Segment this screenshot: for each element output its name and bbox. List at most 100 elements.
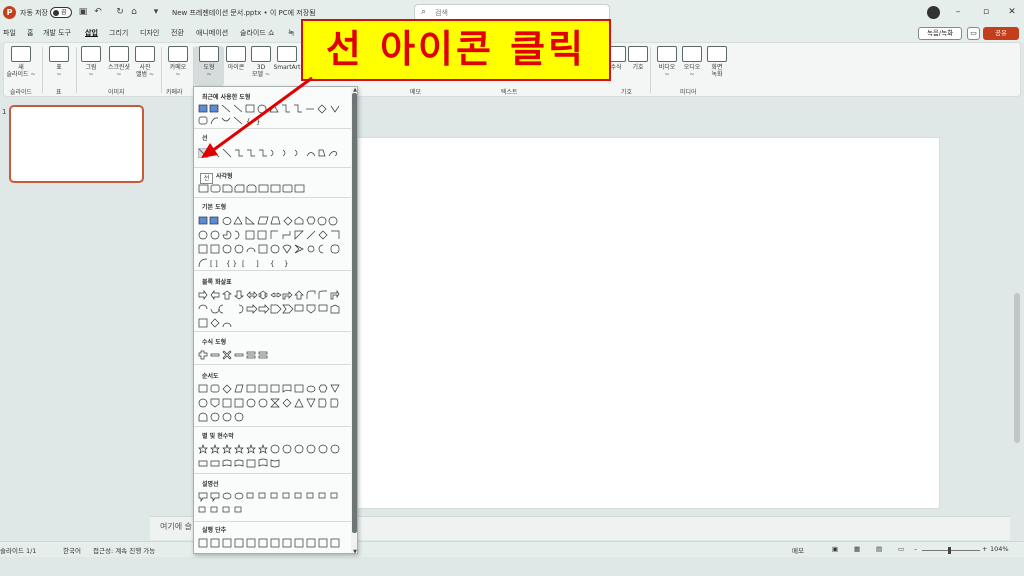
group-label-media: 미디어 xyxy=(680,89,697,96)
new-slide-button[interactable]: 새 슬라이드 ~ xyxy=(6,46,36,86)
shape-row-arrows-2[interactable] xyxy=(198,304,348,314)
screenshot-icon xyxy=(109,46,129,62)
group-label-slides: 슬라이드 xyxy=(10,89,33,96)
line-tooltip: 선 xyxy=(200,173,213,184)
tab-insert[interactable]: 삽입 xyxy=(85,28,98,38)
video-icon xyxy=(657,46,677,62)
shape-row-flowchart-1[interactable] xyxy=(198,384,348,394)
group-label-camera: 카메라 xyxy=(166,89,183,96)
normal-view-icon[interactable]: ▣ xyxy=(832,545,838,553)
section-action-buttons: 실행 단추 xyxy=(202,527,227,534)
maximize-icon[interactable]: ▫ xyxy=(978,5,994,19)
record-button[interactable]: 녹음/녹화 xyxy=(918,27,962,40)
slide-thumbnail[interactable] xyxy=(9,105,144,183)
autosave-label: 자동 저장 xyxy=(20,9,48,17)
section-stars-banners: 별 및 현수막 xyxy=(202,433,234,440)
zoom-slider-knob[interactable] xyxy=(948,547,951,554)
instruction-callout-text: 선 아이콘 클릭 xyxy=(325,27,587,71)
shape-row-stars-1[interactable] xyxy=(198,444,348,454)
qat-more-icon[interactable]: ▾ xyxy=(150,6,162,18)
smartart-icon xyxy=(277,46,297,62)
group-label-comments: 메모 xyxy=(410,89,422,96)
zoom-level[interactable]: 104% xyxy=(990,545,1009,553)
accessibility-status[interactable]: 접근성: 계속 진행 가능 xyxy=(93,545,155,555)
slideshow-view-icon[interactable]: ▭ xyxy=(898,545,904,553)
tab-draw[interactable]: 그리기 xyxy=(109,28,128,38)
shape-row-arrows-3[interactable] xyxy=(198,318,348,328)
autosave-state: 끔 xyxy=(61,9,67,16)
screen-record-icon xyxy=(707,46,727,62)
comments-icon[interactable]: ▭ xyxy=(967,27,980,40)
table-icon xyxy=(49,46,69,62)
screen-recording-button[interactable]: 화면 녹화 xyxy=(702,46,732,86)
tab-file[interactable]: 파일 xyxy=(3,28,16,38)
share-button[interactable]: 공유 xyxy=(983,27,1019,40)
redo-icon[interactable]: ↻ xyxy=(114,6,126,18)
slide-sorter-icon[interactable]: ▦ xyxy=(854,545,860,553)
shape-row-basic-2[interactable] xyxy=(198,230,348,240)
group-label-table: 표 xyxy=(56,89,62,96)
shape-row-stars-2[interactable] xyxy=(198,458,348,468)
zoom-out-icon[interactable]: – xyxy=(914,545,917,553)
status-bar: 슬라이드 1/1 한국어 접근성: 계속 진행 가능 메모 ▣ ▦ ▤ ▭ – … xyxy=(0,541,1024,557)
shape-row-lines[interactable] xyxy=(198,148,348,158)
tab-animations[interactable]: 애니메이션 xyxy=(196,28,228,38)
minimize-icon[interactable]: – xyxy=(950,5,966,19)
zoom-in-icon[interactable]: + xyxy=(982,545,987,553)
tab-slideshow[interactable]: 슬라이드 쇼 xyxy=(240,28,274,38)
tab-design[interactable]: 디자인 xyxy=(140,28,159,38)
shape-row-recent-2[interactable]: {} xyxy=(198,116,348,126)
smartart-button[interactable]: SmartArt xyxy=(272,46,302,86)
document-title: New 프레젠테이션 문서.pptx • 이 PC에 저장됨 xyxy=(172,9,316,17)
svg-text:{ }: { } xyxy=(226,260,237,268)
shape-row-equations[interactable] xyxy=(198,350,348,360)
shapes-scrollbar-thumb[interactable] xyxy=(352,93,357,533)
speaker-icon xyxy=(682,46,702,62)
shape-row-callouts-2[interactable] xyxy=(198,506,348,516)
reading-view-icon[interactable]: ▤ xyxy=(876,545,882,553)
shape-row-callouts-1[interactable] xyxy=(198,492,348,502)
shape-row-arrows-1[interactable] xyxy=(198,290,348,300)
pictures-button[interactable]: 그림 ~ xyxy=(76,46,106,86)
tab-transitions[interactable]: 전환 xyxy=(171,28,184,38)
svg-text:{: { xyxy=(246,118,250,126)
tab-record[interactable]: 녹 xyxy=(288,28,294,38)
save-icon[interactable]: ▣ xyxy=(77,6,89,18)
shapes-scrollbar[interactable]: ▲ ▼ xyxy=(351,87,357,553)
tab-developer[interactable]: 개발 도구 xyxy=(43,28,71,38)
notes-toggle[interactable]: 메모 xyxy=(792,545,804,555)
shape-row-rectangles[interactable] xyxy=(198,184,348,194)
customize-icon[interactable]: ⌂ xyxy=(128,6,140,18)
autosave-toggle[interactable]: 끔 xyxy=(50,7,72,18)
toggle-knob xyxy=(53,10,59,16)
table-button[interactable]: 표 ~ xyxy=(44,46,74,86)
photo-album-button[interactable]: 사진 앨범 ~ xyxy=(130,46,160,86)
shape-row-basic-3[interactable] xyxy=(198,244,348,254)
undo-icon[interactable]: ↶ xyxy=(92,6,104,18)
shape-row-flowchart-3[interactable] xyxy=(198,412,348,422)
search-input[interactable] xyxy=(435,7,595,19)
user-avatar[interactable] xyxy=(927,6,940,19)
close-icon[interactable]: ✕ xyxy=(1004,5,1020,19)
shape-row-flowchart-2[interactable] xyxy=(198,398,348,408)
language-status[interactable]: 한국어 xyxy=(63,545,81,555)
vertical-scrollbar[interactable] xyxy=(1012,98,1022,538)
shapes-button[interactable]: 도형 ~ xyxy=(194,46,224,86)
cameo-button[interactable]: 카메오 ~ xyxy=(163,46,193,86)
shape-row-basic-1[interactable] xyxy=(198,216,348,226)
symbol-button[interactable]: 기호 xyxy=(623,46,653,86)
section-lines: 선 xyxy=(202,135,208,142)
slide-canvas[interactable] xyxy=(290,137,940,509)
shape-row-action-buttons[interactable] xyxy=(198,538,348,548)
svg-text:{: { xyxy=(270,260,274,268)
scrollbar-thumb[interactable] xyxy=(1014,293,1020,443)
slide-counter: 슬라이드 1/1 xyxy=(0,547,37,555)
section-rectangles: 사각형 xyxy=(216,173,233,180)
scroll-down-icon[interactable]: ▼ xyxy=(351,549,357,553)
zoom-slider[interactable] xyxy=(922,547,980,554)
shape-row-basic-4[interactable]: [ ] { } [] {} xyxy=(198,258,348,268)
tab-home[interactable]: 홈 xyxy=(27,28,33,38)
shape-row-recent-1[interactable] xyxy=(198,104,348,114)
slide-thumbnails-pane: 1 xyxy=(0,98,150,540)
section-flowchart: 순서도 xyxy=(202,373,219,380)
